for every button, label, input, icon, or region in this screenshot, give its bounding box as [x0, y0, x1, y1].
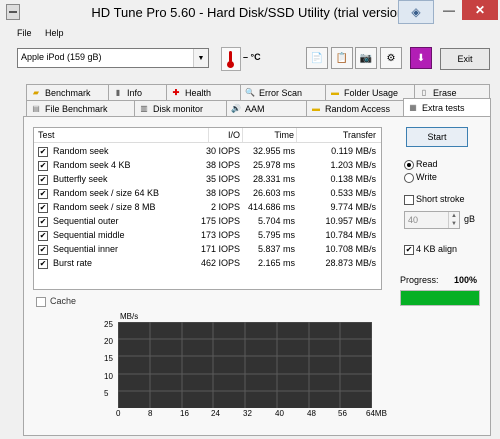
tab-file-benchmark[interactable]: ▤ File Benchmark — [26, 100, 136, 116]
progress-label: Progress: — [400, 275, 439, 285]
exit-button[interactable]: Exit — [440, 48, 490, 70]
write-radio[interactable] — [404, 173, 414, 183]
tab-benchmark[interactable]: ▰ Benchmark — [26, 84, 110, 100]
table-row[interactable]: ✔ Random seek 4 KB 38 IOPS 25.978 ms 1.2… — [34, 159, 381, 172]
x-tick-label: 8 — [148, 409, 153, 418]
table-row[interactable]: ✔ Random seek / size 8 MB 2 IOPS 414.686… — [34, 201, 381, 214]
table-row[interactable]: ✔ Sequential outer 175 IOPS 5.704 ms 10.… — [34, 215, 381, 228]
x-tick-label: 32 — [243, 409, 252, 418]
info-icon: ▮ — [115, 87, 121, 97]
col-header-transfer[interactable]: Transfer — [296, 128, 378, 142]
short-stroke-value: 40 — [408, 215, 419, 225]
random-access-icon: ▬ — [312, 103, 320, 113]
y-tick-label: 25 — [104, 320, 113, 329]
save-down-icon[interactable]: ⬇ — [410, 47, 432, 69]
row-checkbox[interactable]: ✔ — [38, 245, 48, 255]
menu-bar: File Help — [0, 26, 500, 42]
col-header-io[interactable]: I/O — [208, 128, 243, 142]
temperature-readout: – °C — [243, 52, 261, 62]
menu-file[interactable]: File — [17, 28, 32, 38]
tab-random-access[interactable]: ▬ Random Access — [306, 100, 405, 116]
health-cross-icon: ✚ — [172, 87, 180, 97]
file-benchmark-icon: ▤ — [32, 103, 40, 113]
tab-health[interactable]: ✚ Health — [166, 84, 242, 100]
tab-error-scan[interactable]: 🔍 Error Scan — [240, 84, 327, 100]
progress-value: 100% — [454, 275, 478, 285]
benchmark-icon: ▰ — [32, 87, 40, 97]
copy-info-icon[interactable]: 📄 — [306, 47, 328, 69]
x-tick-label: 0 — [116, 409, 121, 418]
table-row[interactable]: ✔ Sequential middle 173 IOPS 5.795 ms 10… — [34, 229, 381, 242]
x-tick-label: 56 — [338, 409, 347, 418]
table-row[interactable]: ✔ Burst rate 462 IOPS 2.165 ms 28.873 MB… — [34, 257, 381, 270]
short-stroke-label: Short stroke — [416, 194, 465, 204]
x-tick-label: 64MB — [366, 409, 387, 418]
x-tick-label: 48 — [307, 409, 316, 418]
row-checkbox[interactable]: ✔ — [38, 217, 48, 227]
table-row[interactable]: ✔ Random seek / size 64 KB 38 IOPS 26.60… — [34, 187, 381, 200]
short-stroke-checkbox[interactable] — [404, 195, 414, 205]
row-checkbox[interactable]: ✔ — [38, 259, 48, 269]
tab-extra-tests[interactable]: ▦ Extra tests — [403, 98, 491, 116]
read-label: Read — [416, 159, 438, 169]
short-stroke-stepper[interactable]: 40 ▲ ▼ — [404, 211, 460, 229]
y-axis-unit-label: MB/s — [120, 312, 139, 321]
y-tick-label: 15 — [104, 354, 113, 363]
row-checkbox[interactable]: ✔ — [38, 147, 48, 157]
results-table[interactable]: Test I/O Time Transfer ✔ Random seek 30 … — [33, 127, 382, 290]
drive-select[interactable]: Apple iPod (159 gB) ▼ — [17, 48, 209, 68]
minimize-button[interactable]: — — [436, 0, 462, 20]
disk-monitor-icon: ▥ — [140, 103, 148, 113]
write-label: Write — [416, 172, 437, 182]
y-tick-label: 5 — [104, 389, 109, 398]
align-label: 4 KB align — [416, 244, 458, 254]
x-tick-label: 24 — [211, 409, 220, 418]
short-stroke-unit: gB — [464, 214, 476, 224]
close-button[interactable]: ✕ — [462, 0, 498, 20]
chart-canvas — [117, 321, 373, 408]
pin-icon[interactable]: ◈ — [398, 0, 434, 24]
copy-text-icon[interactable]: 📋 — [331, 47, 353, 69]
options-icon[interactable]: ⚙ — [380, 47, 402, 69]
stepper-arrows-icon[interactable]: ▲ ▼ — [448, 212, 459, 228]
tab-info[interactable]: ▮ Info — [108, 84, 168, 100]
erase-icon: ▯ — [421, 87, 427, 97]
y-tick-label: 20 — [104, 337, 113, 346]
row-checkbox[interactable]: ✔ — [38, 189, 48, 199]
start-button[interactable]: Start — [406, 127, 468, 147]
drive-select-value: Apple iPod (159 gB) — [21, 52, 102, 62]
magnifier-icon: 🔍 — [245, 87, 255, 97]
col-header-time[interactable]: Time — [242, 128, 297, 142]
y-tick-label: 10 — [104, 372, 113, 381]
title-bar: HD Tune Pro 5.60 - Hard Disk/SSD Utility… — [0, 0, 500, 26]
speaker-icon: 🔊 — [231, 103, 241, 113]
folder-icon: ▬ — [331, 87, 339, 97]
thermometer-icon — [221, 47, 241, 71]
cache-checkbox[interactable] — [36, 297, 46, 307]
x-tick-label: 16 — [180, 409, 189, 418]
col-header-test[interactable]: Test — [38, 128, 209, 142]
tab-aam[interactable]: 🔊 AAM — [226, 100, 308, 116]
progress-bar — [400, 290, 480, 306]
chevron-down-icon[interactable]: ▼ — [193, 49, 208, 67]
read-radio[interactable] — [404, 160, 414, 170]
row-checkbox[interactable]: ✔ — [38, 161, 48, 171]
tab-disk-monitor[interactable]: ▥ Disk monitor — [134, 100, 228, 116]
progress-fill — [401, 291, 479, 305]
row-checkbox[interactable]: ✔ — [38, 175, 48, 185]
x-tick-label: 40 — [275, 409, 284, 418]
menu-help[interactable]: Help — [45, 28, 64, 38]
camera-icon[interactable]: 📷 — [355, 47, 377, 69]
extra-tests-icon: ▦ — [409, 102, 417, 112]
row-checkbox[interactable]: ✔ — [38, 231, 48, 241]
table-row[interactable]: ✔ Butterfly seek 35 IOPS 28.331 ms 0.138… — [34, 173, 381, 186]
table-row[interactable]: ✔ Sequential inner 171 IOPS 5.837 ms 10.… — [34, 243, 381, 256]
table-row[interactable]: ✔ Random seek 30 IOPS 32.955 ms 0.119 MB… — [34, 145, 381, 158]
row-checkbox[interactable]: ✔ — [38, 203, 48, 213]
align-checkbox[interactable]: ✔ — [404, 245, 414, 255]
transfer-chart — [117, 321, 373, 408]
cache-label: Cache — [50, 296, 77, 306]
